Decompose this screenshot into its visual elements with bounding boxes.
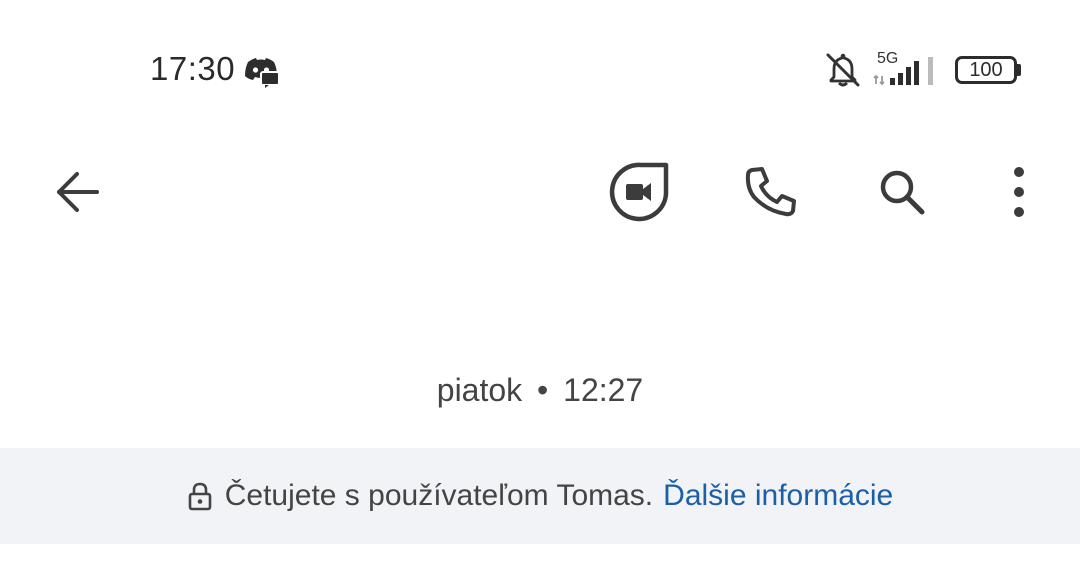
encryption-info-banner: Četujete s používateľom Tomas. Ďalšie in… xyxy=(0,448,1080,544)
date-dot: • xyxy=(537,372,549,408)
back-button[interactable] xyxy=(42,157,112,227)
video-call-button[interactable] xyxy=(604,157,674,227)
lock-icon xyxy=(188,482,212,511)
conversation-toolbar xyxy=(0,140,1080,250)
date-day: piatok xyxy=(436,372,523,408)
phone-call-button[interactable] xyxy=(736,157,806,227)
banner-text: Četujete s používateľom Tomas. xyxy=(224,479,654,512)
back-arrow-icon xyxy=(57,172,99,212)
messages-conversation-screen: 17:30 5G 100 piatok • 12:27 Četujete s p… xyxy=(0,0,1080,570)
discord-icon xyxy=(245,58,279,88)
signal-icon xyxy=(873,57,933,86)
video-call-icon xyxy=(609,162,669,222)
mute-icon xyxy=(826,53,860,87)
date-time: 12:27 xyxy=(563,372,644,408)
more-vert-icon xyxy=(1014,167,1024,217)
more-options-button[interactable] xyxy=(984,157,1054,227)
learn-more-link[interactable]: Ďalšie informácie xyxy=(663,479,893,513)
battery-icon: 100 xyxy=(955,56,1017,84)
date-separator: piatok • 12:27 xyxy=(0,372,1080,409)
battery-level: 100 xyxy=(969,59,1003,81)
search-button[interactable] xyxy=(867,157,937,227)
status-time: 17:30 xyxy=(150,50,236,87)
battery-tip xyxy=(1017,64,1021,76)
search-icon xyxy=(880,170,925,215)
status-bar: 17:30 5G 100 xyxy=(0,0,1080,140)
phone-icon xyxy=(745,167,796,217)
